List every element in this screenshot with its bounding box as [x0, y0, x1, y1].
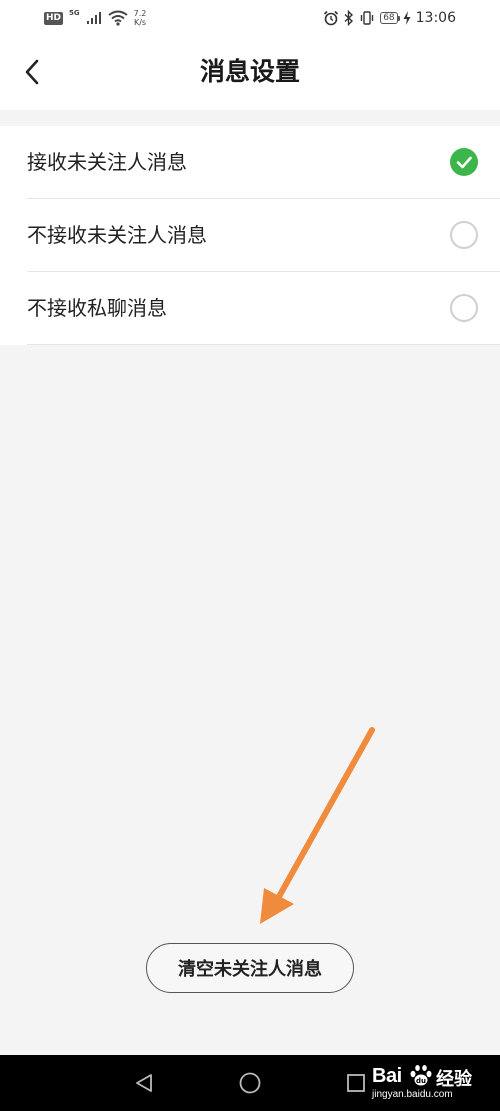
watermark-brand: Bai [372, 1065, 402, 1087]
alarm-icon [324, 10, 339, 26]
watermark-url: jingyan.baidu.com [372, 1089, 453, 1100]
status-bar: HD 5G 7.2 K/s 68 13:06 [0, 0, 500, 36]
nav-back-button[interactable] [130, 1069, 158, 1097]
nav-recents-button[interactable] [342, 1069, 370, 1097]
header: 消息设置 [0, 36, 500, 110]
hd-badge: HD [44, 11, 64, 25]
circle-home-icon [239, 1072, 261, 1094]
triangle-back-icon [136, 1074, 152, 1092]
battery-icon: 68 [380, 12, 401, 24]
message-options-list: 接收未关注人消息 不接收未关注人消息 不接收私聊消息 [0, 126, 500, 345]
check-icon [456, 156, 472, 169]
nav-home-button[interactable] [236, 1069, 264, 1097]
baidu-paw-icon: du [410, 1065, 432, 1086]
option-label: 不接收私聊消息 [27, 296, 167, 320]
vibrate-icon [360, 11, 374, 25]
clock: 13:06 [415, 10, 456, 26]
square-recents-icon [347, 1074, 365, 1092]
signal-icon [86, 12, 101, 24]
option-not-receive-private[interactable]: 不接收私聊消息 [27, 271, 500, 344]
status-right: 68 13:06 [323, 6, 456, 30]
page-title: 消息设置 [199, 57, 300, 86]
divider [27, 344, 500, 345]
network-speed: 7.2 K/s [134, 9, 147, 27]
svg-text:du: du [416, 1077, 426, 1085]
radio-unchecked[interactable] [450, 221, 478, 249]
watermark-jingyan: 经验 [436, 1069, 472, 1090]
option-label: 不接收未关注人消息 [27, 223, 207, 247]
option-receive-unfollowed[interactable]: 接收未关注人消息 [0, 126, 500, 198]
charging-icon [403, 11, 411, 25]
option-not-receive-unfollowed[interactable]: 不接收未关注人消息 [27, 198, 500, 271]
speed-unit: K/s [133, 18, 147, 27]
bluetooth-icon [344, 10, 354, 26]
speed-value: 7.2 [133, 9, 147, 18]
radio-checked[interactable] [450, 148, 478, 176]
baidu-jingyan-watermark: Bai du 经验 jingyan.baidu.com [372, 1061, 490, 1105]
option-label: 接收未关注人消息 [27, 150, 187, 174]
annotation-arrow-icon [260, 727, 375, 924]
navigation-bar: Bai du 经验 jingyan.baidu.com [0, 1055, 500, 1111]
wifi-icon [108, 10, 128, 26]
radio-unchecked[interactable] [450, 294, 478, 322]
network-generation: 5G [69, 9, 80, 17]
status-left: HD 5G 7.2 K/s [44, 6, 146, 30]
clear-unfollowed-messages-button[interactable]: 清空未关注人消息 [146, 943, 354, 993]
